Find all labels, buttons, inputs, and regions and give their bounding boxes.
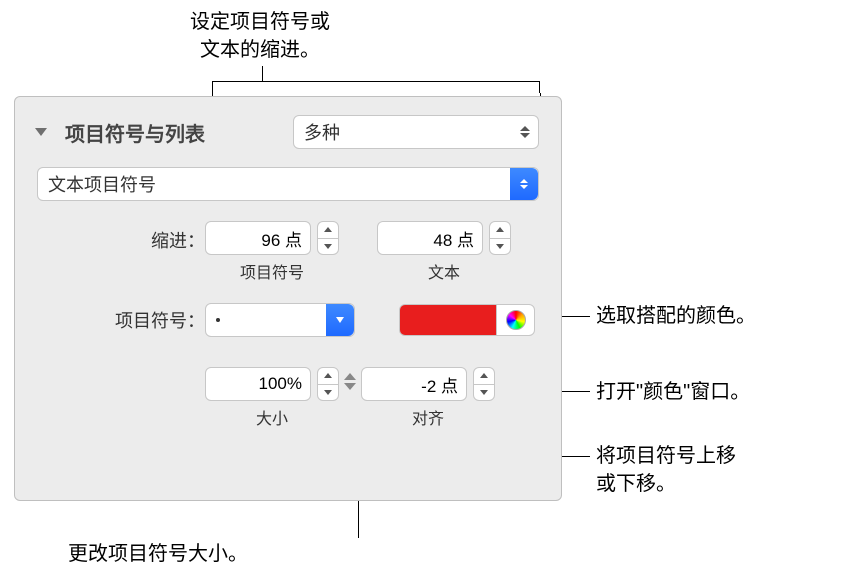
indent-text-stepper[interactable] — [489, 221, 511, 255]
list-style-value: 多种 — [304, 119, 340, 145]
bullets-lists-panel: 项目符号与列表 多种 文本项目符号 缩进： — [14, 96, 562, 501]
bullet-size-stepper[interactable] — [317, 367, 339, 401]
bullet-align-stepper[interactable] — [473, 367, 495, 401]
stepper-up-icon[interactable] — [318, 368, 338, 385]
stepper-up-icon[interactable] — [318, 222, 338, 239]
bracket-indent — [212, 81, 540, 93]
stepper-down-icon[interactable] — [318, 239, 338, 255]
indent-text-sublabel: 文本 — [428, 259, 460, 283]
stepper-up-icon[interactable] — [474, 368, 494, 385]
color-wheel-icon — [506, 310, 526, 330]
callout-size: 更改项目符号大小。 — [68, 540, 248, 568]
section-title: 项目符号与列表 — [65, 118, 205, 147]
connector-indent-v — [262, 66, 263, 81]
indent-bullet-input[interactable] — [205, 221, 311, 255]
stepper-up-icon[interactable] — [490, 222, 510, 239]
bullet-color-well[interactable] — [399, 304, 497, 336]
stepper-down-icon[interactable] — [318, 385, 338, 401]
stepper-down-icon[interactable] — [490, 239, 510, 255]
size-sublabel: 大小 — [256, 405, 288, 429]
bullet-type-value: 文本项目符号 — [48, 171, 156, 197]
indent-bullet-sublabel: 项目符号 — [240, 259, 304, 283]
bullet-align-input[interactable] — [361, 367, 467, 401]
indent-label: 缩进： — [37, 221, 205, 253]
dropdown-caret-icon — [326, 304, 354, 336]
stepper-down-icon[interactable] — [474, 385, 494, 401]
bullet-size-input[interactable] — [205, 367, 311, 401]
disclosure-triangle-icon[interactable] — [35, 128, 47, 136]
updown-caret-icon — [510, 168, 538, 200]
list-style-select[interactable]: 多种 — [293, 115, 539, 149]
callout-indent: 设定项目符号或 文本的缩进。 — [150, 8, 370, 64]
bullet-label: 项目符号： — [37, 307, 205, 333]
callout-color-window: 打开"颜色"窗口。 — [596, 378, 750, 406]
align-sublabel: 对齐 — [412, 405, 444, 429]
color-wheel-button[interactable] — [497, 304, 535, 336]
bullet-type-select[interactable]: 文本项目符号 — [37, 167, 539, 201]
bullet-char-select[interactable] — [205, 303, 355, 337]
callout-color-pick: 选取搭配的颜色。 — [596, 302, 756, 330]
indent-bullet-stepper[interactable] — [317, 221, 339, 255]
callout-move-bullet: 将项目符号上移 或下移。 — [596, 442, 736, 498]
updown-caret-icon — [520, 126, 530, 138]
indent-text-input[interactable] — [377, 221, 483, 255]
bullet-dot-icon — [216, 318, 220, 322]
align-updown-icon — [340, 373, 360, 390]
